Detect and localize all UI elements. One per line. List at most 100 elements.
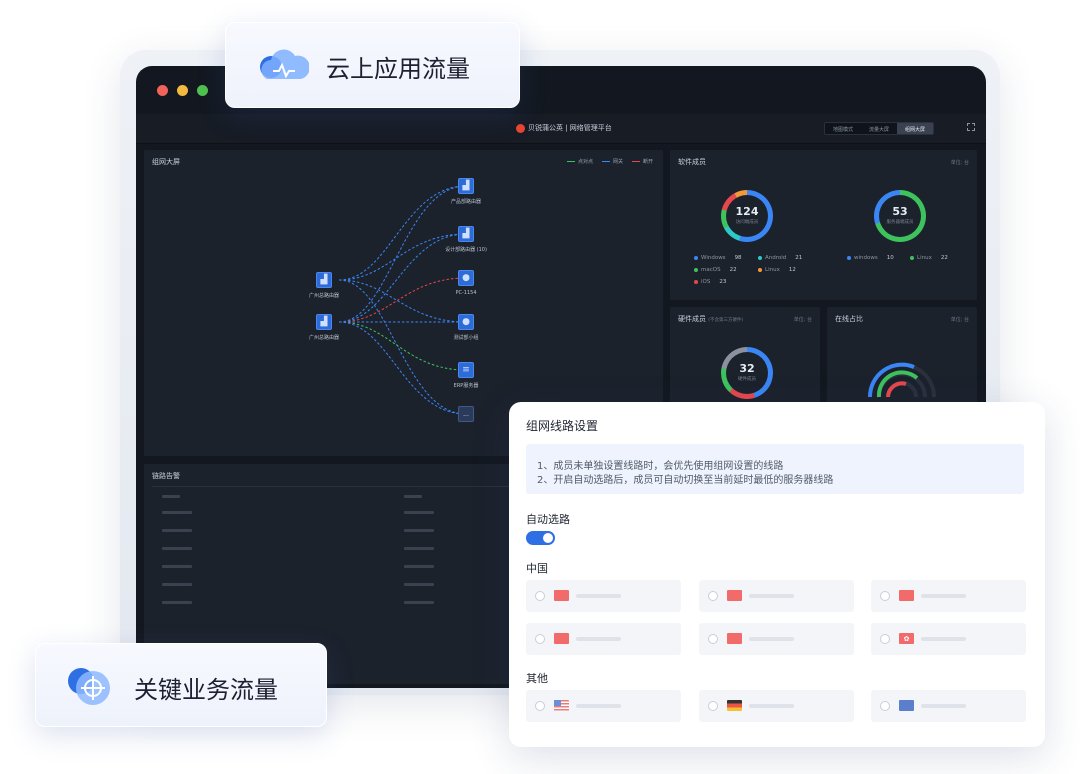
radio-button[interactable] <box>708 701 718 711</box>
brand-logo-icon <box>516 123 525 133</box>
radio-button[interactable] <box>880 701 890 711</box>
info-line: 2、开启自动选路后，成员可自动切换至当前延时最低的服务器线路 <box>537 475 834 486</box>
node-label: 广州总路由器 <box>308 293 339 299</box>
source-node[interactable]: ▟ 广州总路由器 <box>289 272 359 299</box>
router-icon: ▟ <box>316 272 332 288</box>
panel-title: 在线占比 <box>835 315 863 323</box>
radio-button[interactable] <box>535 701 545 711</box>
ring-label: 服务器端成员 <box>886 220 914 225</box>
radio-button[interactable] <box>880 634 890 644</box>
unit-label: 单位: 台 <box>950 160 969 166</box>
ring-value: 124 <box>735 205 759 218</box>
maximize-window-button[interactable] <box>197 85 208 96</box>
cn-flag-icon <box>899 590 914 601</box>
cn-flag-icon <box>727 633 742 644</box>
tab-network[interactable]: 组网大屏 <box>897 123 934 134</box>
server-option[interactable] <box>871 690 1026 722</box>
server-icon: ≡ <box>458 362 474 378</box>
au-flag-icon <box>899 700 914 711</box>
source-node[interactable]: ▟ 广州总路由器 <box>289 314 359 341</box>
radio-button[interactable] <box>708 591 718 601</box>
fullscreen-icon[interactable] <box>967 123 975 131</box>
hk-flag-icon: ✿ <box>899 633 914 644</box>
cn-flag-icon <box>554 633 569 644</box>
os-item: Android 21 <box>758 255 802 261</box>
server-option[interactable] <box>871 580 1026 612</box>
chip-label: 云上应用流量 <box>326 55 470 83</box>
radio-button[interactable] <box>535 634 545 644</box>
os-item: Linux 22 <box>910 255 948 261</box>
unit-label: 单位: 台 <box>950 317 969 323</box>
software-panel: 软件成员 单位: 台 124 访问端成员 53 服务器端成员 Windows 98… <box>670 150 977 300</box>
tab-traffic[interactable]: 流量大屏 <box>861 123 897 134</box>
os-item: Windows 98 <box>694 255 742 261</box>
os-item: Linux 12 <box>758 267 796 273</box>
toggle-knob <box>543 533 553 543</box>
target-icon <box>68 668 110 705</box>
target-node[interactable]: ▟ 产品部路由器 <box>431 178 501 205</box>
server-option[interactable] <box>526 623 681 655</box>
minimize-window-button[interactable] <box>177 85 188 96</box>
ring-label: 硬件成员 <box>738 377 756 382</box>
card-title: 组网线路设置 <box>526 419 599 433</box>
software-ring: 124 访问端成员 <box>721 190 773 242</box>
hardware-ring: 32 硬件成员 <box>721 347 773 399</box>
top-bar: 贝锐蒲公英 | 网络管理平台 地图模式 流量大屏 组网大屏 <box>136 114 986 144</box>
brand-text: 贝锐蒲公英 | 网络管理平台 <box>528 124 612 132</box>
router-icon: ▟ <box>458 226 474 242</box>
chip-label: 关键业务流量 <box>134 676 278 704</box>
cn-flag-icon <box>727 590 742 601</box>
auto-route-label: 自动选路 <box>526 513 570 526</box>
target-node[interactable]: ▟ 设计部路由器 (10) <box>431 226 501 253</box>
radio-button[interactable] <box>708 634 718 644</box>
radio-button[interactable] <box>880 591 890 601</box>
us-flag-icon <box>554 700 569 711</box>
china-section-label: 中国 <box>526 562 548 575</box>
router-icon: ▟ <box>316 314 332 330</box>
de-flag-icon <box>727 700 742 711</box>
node-label: 测试部小组 <box>453 335 479 341</box>
node-label: ERP服务器 <box>453 383 479 389</box>
os-item: windows 10 <box>847 255 894 261</box>
panel-title: 硬件成员 (不含第三方硬件) <box>678 315 744 323</box>
server-option[interactable] <box>699 580 854 612</box>
os-item: iOS 23 <box>694 279 726 285</box>
target-node[interactable]: ... <box>431 406 501 422</box>
close-window-button[interactable] <box>157 85 168 96</box>
business-traffic-chip: 关键业务流量 <box>35 643 327 727</box>
view-tabs: 地图模式 流量大屏 组网大屏 <box>824 122 935 135</box>
more-icon: ... <box>458 406 474 422</box>
server-option[interactable] <box>526 690 681 722</box>
user-icon: ● <box>458 270 474 286</box>
other-section-label: 其他 <box>526 672 548 685</box>
target-node[interactable]: ● PC-1154 <box>431 270 501 296</box>
node-label: 设计部路由器 (10) <box>445 247 487 253</box>
server-option[interactable] <box>699 690 854 722</box>
server-option[interactable] <box>526 580 681 612</box>
ring-label: 访问端成员 <box>735 220 759 225</box>
node-label: 产品部路由器 <box>450 199 481 205</box>
panel-title: 链路告警 <box>152 472 180 480</box>
panel-title: 软件成员 <box>678 158 706 166</box>
info-box: 1、成员未单独设置线路时，会优先使用组网设置的线路 2、开启自动选路后，成员可自… <box>526 444 1024 494</box>
cloud-traffic-chip: 云上应用流量 <box>225 22 520 108</box>
target-node[interactable]: ≡ ERP服务器 <box>431 362 501 389</box>
router-icon: ▟ <box>458 178 474 194</box>
tab-map[interactable]: 地图模式 <box>825 123 861 134</box>
cloud-icon <box>260 49 309 79</box>
server-option[interactable]: ✿ <box>871 623 1026 655</box>
cn-flag-icon <box>554 590 569 601</box>
node-label: PC-1154 <box>455 290 477 296</box>
brand: 贝锐蒲公英 | 网络管理平台 <box>516 123 612 133</box>
ring-value: 32 <box>739 362 755 375</box>
online-gauge <box>867 362 936 398</box>
target-node[interactable]: ● 测试部小组 <box>431 314 501 341</box>
auto-route-toggle[interactable] <box>526 531 555 545</box>
route-settings-card: 组网线路设置 1、成员未单独设置线路时，会优先使用组网设置的线路 2、开启自动选… <box>509 402 1045 747</box>
os-item: macOS 22 <box>694 267 737 273</box>
radio-button[interactable] <box>535 591 545 601</box>
server-option[interactable] <box>699 623 854 655</box>
unit-label: 单位: 台 <box>793 317 812 323</box>
info-line: 1、成员未单独设置线路时，会优先使用组网设置的线路 <box>537 461 784 472</box>
user-icon: ● <box>458 314 474 330</box>
